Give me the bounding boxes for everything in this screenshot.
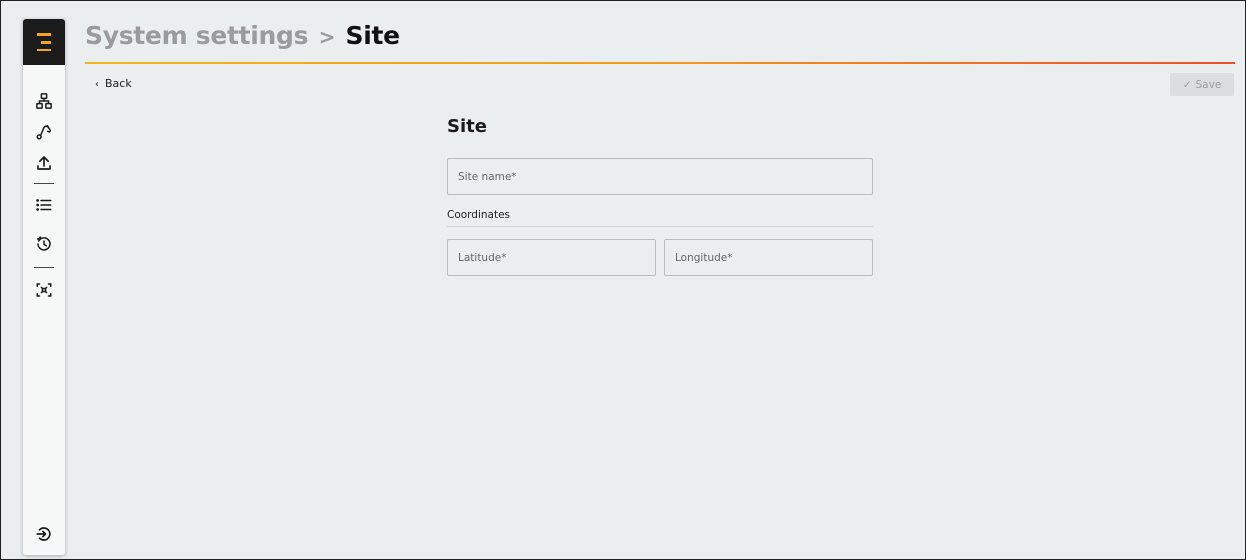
site-name-field[interactable] [447,158,873,195]
history-icon [37,236,51,251]
sidebar-item-focus[interactable] [32,278,56,302]
chevron-left-icon: ‹ [95,79,99,90]
app-logo[interactable] [23,19,65,65]
app-window: System settings > Site ‹ Back ✓ Save Site… [0,0,1246,560]
page-title: System settings > Site [85,21,400,50]
longitude-field[interactable] [664,239,873,276]
sidebar-item-list[interactable] [32,193,56,217]
sidebar-item-route[interactable] [32,120,56,144]
upload-icon [37,156,51,170]
sidebar-item-history[interactable] [32,232,56,256]
logo-mark-icon [37,33,51,51]
logout-icon [36,527,51,541]
longitude-input[interactable] [665,240,872,275]
focus-scan-icon [36,283,52,297]
save-button[interactable]: ✓ Save [1170,73,1234,96]
check-icon: ✓ [1182,78,1192,91]
sidebar-item-hierarchy[interactable] [32,89,56,113]
breadcrumb-parent[interactable]: System settings [85,21,309,50]
back-label: Back [105,77,132,90]
header-accent-rule [85,62,1235,64]
form-title: Site [447,116,487,137]
back-button[interactable]: ‹ Back [95,77,132,90]
sidebar [23,19,65,555]
save-label: Save [1195,78,1222,91]
coordinates-divider [447,226,873,227]
sidebar-item-upload[interactable] [32,151,56,175]
coordinates-label: Coordinates [447,209,511,221]
breadcrumb-separator: > [318,25,336,49]
sidebar-divider [34,183,54,184]
list-icon [36,199,52,211]
breadcrumb-current: Site [345,21,401,50]
route-icon [36,124,51,140]
sidebar-divider [34,267,54,268]
site-name-input[interactable] [448,159,872,194]
latitude-input[interactable] [448,240,655,275]
sidebar-item-logout[interactable] [32,522,56,546]
latitude-field[interactable] [447,239,656,276]
hierarchy-icon [36,93,52,109]
